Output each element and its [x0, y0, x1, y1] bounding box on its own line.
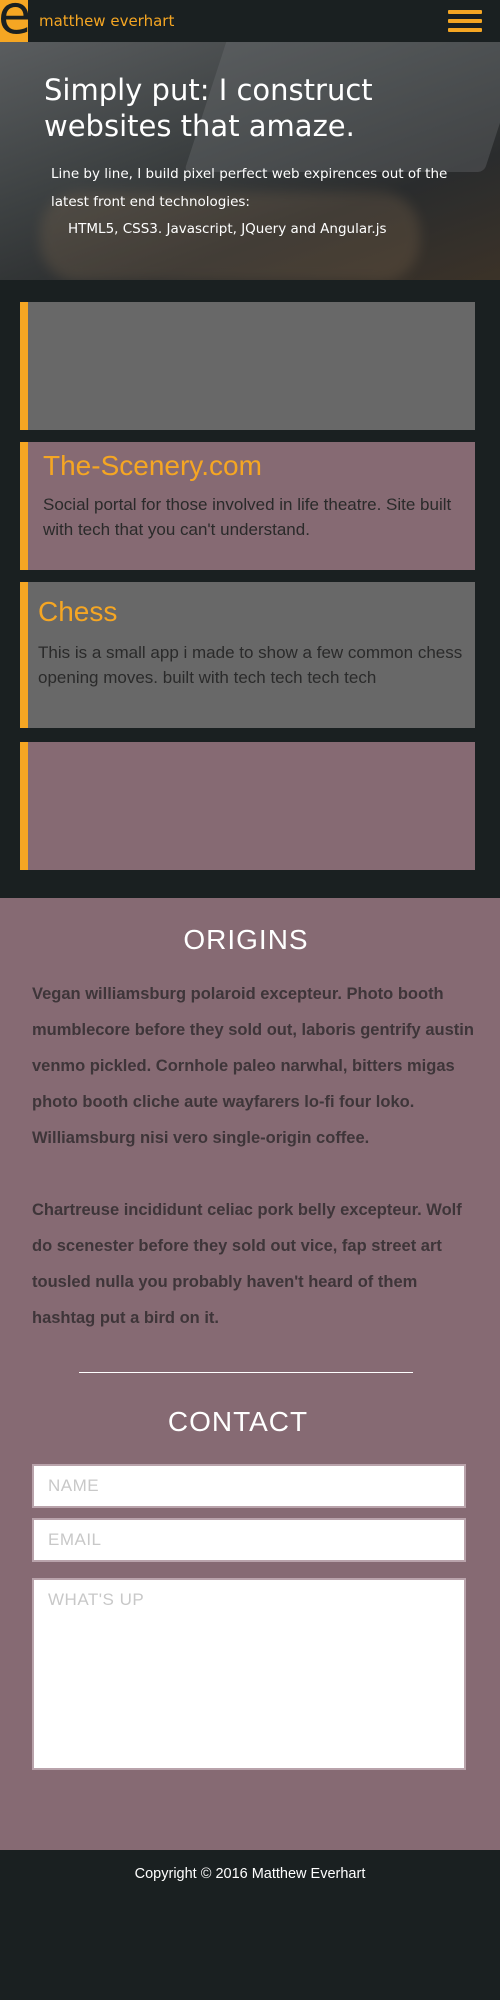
project-card-scenery[interactable]: The-Scenery.com Social portal for those … — [20, 442, 475, 570]
origins-paragraph-1: Vegan williamsburg polaroid excepteur. P… — [32, 985, 474, 1147]
project-card-chess[interactable]: Chess This is a small app i made to show… — [20, 582, 475, 728]
section-divider — [79, 1372, 413, 1373]
name-field[interactable] — [32, 1464, 466, 1508]
project-title: Chess — [38, 596, 118, 627]
project-description: Social portal for those involved in life… — [43, 495, 452, 539]
origins-title: ORIGINS — [183, 924, 309, 955]
hero-tech-list: HTML5, CSS3. Javascript, JQuery and Angu… — [68, 221, 387, 237]
message-field[interactable] — [32, 1578, 466, 1770]
origins-paragraph-2: Chartreuse incididunt celiac pork belly … — [32, 1201, 462, 1327]
site-header: e matthew everhart — [0, 0, 500, 42]
site-footer: Copyright © 2016 Matthew Everhart — [0, 1850, 500, 2000]
project-title: The-Scenery.com — [43, 450, 262, 481]
hamburger-menu-icon[interactable] — [448, 8, 482, 34]
origins-section: ORIGINS Vegan williamsburg polaroid exce… — [0, 898, 500, 1850]
email-field[interactable] — [32, 1518, 466, 1562]
project-card-4[interactable] — [20, 742, 475, 870]
contact-title: CONTACT — [167, 1406, 309, 1437]
hero-title: Simply put: I construct websites that am… — [44, 73, 373, 143]
project-card-1[interactable] — [20, 302, 475, 430]
logo-letter: e — [0, 0, 28, 42]
hero-banner: Simply put: I construct websites that am… — [0, 42, 500, 280]
brand-name[interactable]: matthew everhart — [39, 12, 174, 30]
copyright-text: Copyright © 2016 Matthew Everhart — [134, 1866, 366, 1882]
logo[interactable]: e — [0, 0, 28, 42]
project-description: This is a small app i made to show a few… — [38, 643, 463, 687]
hero-text: Line by line, I build pixel perfect web … — [51, 166, 448, 210]
